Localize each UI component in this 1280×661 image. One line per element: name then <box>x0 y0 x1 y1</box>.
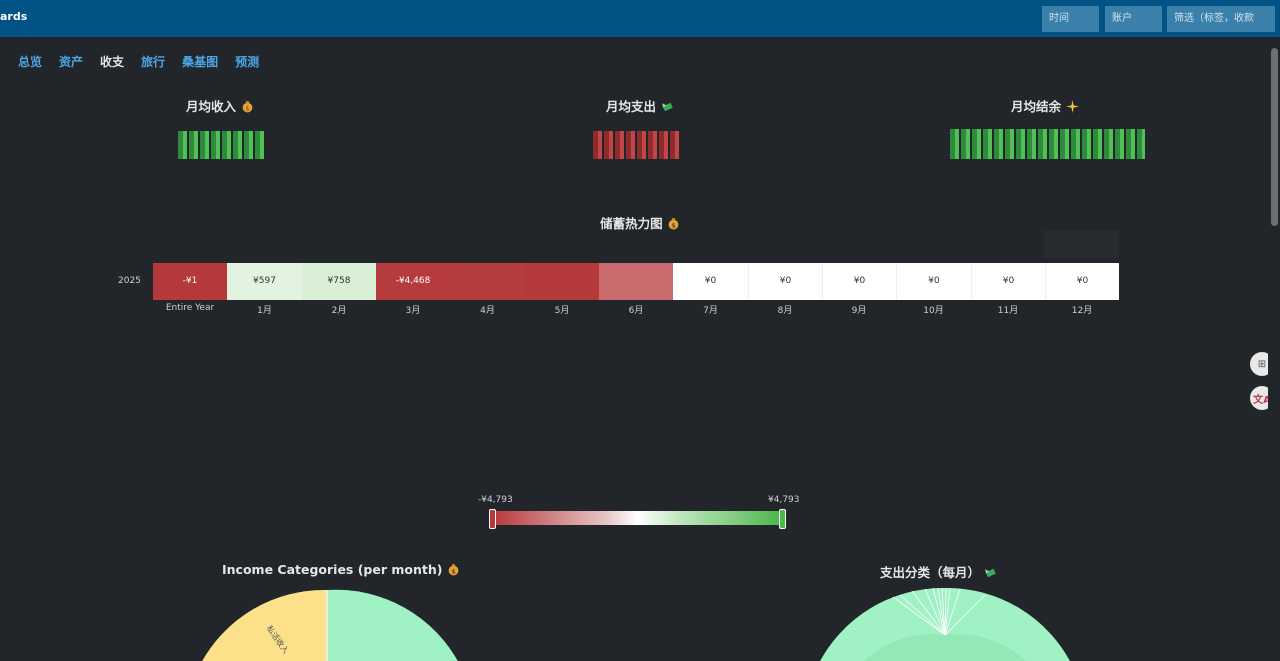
avg-income-stat: 月均收入 $ <box>140 96 300 115</box>
month-label: 12月 <box>1071 306 1093 316</box>
tag-filter-input[interactable]: 筛选（标签，收款 <box>1167 6 1275 32</box>
month-label: 1月 <box>257 306 272 316</box>
legend-max-handle[interactable] <box>779 509 786 529</box>
tab-overview[interactable]: 总览 <box>18 53 42 70</box>
expense-sunburst-chart[interactable] <box>800 585 1090 661</box>
scrollbar-thumb[interactable] <box>1271 48 1278 226</box>
top-bar: ards 时间 账户 筛选（标签，收款 <box>0 0 1280 37</box>
avg-income-label: 月均收入 <box>185 99 236 114</box>
month-label: 6月 <box>628 306 644 316</box>
income-slice-side-job[interactable] <box>200 589 327 661</box>
heatmap-cell-aug[interactable]: ¥0 <box>748 263 822 300</box>
heatmap-cell-jun[interactable] <box>599 263 673 300</box>
heatmap-toolbox <box>1044 230 1119 258</box>
heatmap-cell-nov[interactable]: ¥0 <box>971 263 1045 300</box>
month-label: 11月 <box>997 306 1019 316</box>
avg-expense-label: 月均支出 <box>605 99 656 114</box>
sparkles-icon <box>1066 96 1080 115</box>
month-label: Entire Year <box>165 303 215 313</box>
heatmap-cell-may[interactable] <box>525 263 599 300</box>
income-categories-title: Income Categories (per month) $ <box>222 562 460 577</box>
expense-categories-title-text: 支出分类（每月） <box>880 565 981 580</box>
money-wings-icon <box>984 565 997 580</box>
heatmap-cell-mar[interactable]: -¥4,468 <box>376 263 450 300</box>
svg-text:$: $ <box>451 567 456 575</box>
tab-travel[interactable]: 旅行 <box>141 53 165 70</box>
month-label: 9月 <box>851 306 867 316</box>
avg-balance-label: 月均结余 <box>1010 99 1061 114</box>
legend-min-label: -¥4,793 <box>478 495 513 505</box>
app-title: ards <box>0 10 28 23</box>
qr-code-icon: ⊞ <box>1257 358 1267 370</box>
svg-text:$: $ <box>245 104 249 112</box>
avg-expense-value <box>593 131 681 159</box>
month-label: 5月 <box>554 306 570 316</box>
heatmap-cell-jan[interactable]: ¥597 <box>227 263 302 300</box>
month-label: 8月 <box>777 306 793 316</box>
nav-tabs: 总览 资产 收支 旅行 桑基图 预测 <box>18 53 276 70</box>
heatmap-cell-oct[interactable]: ¥0 <box>896 263 971 300</box>
income-pie-chart[interactable]: 私活收入 <box>190 585 470 661</box>
money-wings-icon <box>661 96 674 115</box>
month-label: 10月 <box>923 306 944 316</box>
legend-min-handle[interactable] <box>489 509 496 529</box>
heatmap-title-text: 储蓄热力图 <box>600 216 663 231</box>
account-filter-input[interactable]: 账户 <box>1105 6 1162 32</box>
money-bag-icon: $ <box>241 96 254 115</box>
heatmap-cell-dec[interactable]: ¥0 <box>1045 263 1119 300</box>
month-label: 4月 <box>480 306 495 316</box>
avg-expense-stat: 月均支出 <box>560 96 720 115</box>
heatmap-year-label: 2025 <box>118 276 141 286</box>
heatmap-cell-feb[interactable]: ¥758 <box>302 263 376 300</box>
tab-income-expense[interactable]: 收支 <box>100 53 124 70</box>
money-bag-icon: $ <box>447 562 460 577</box>
month-label: 3月 <box>405 306 421 316</box>
time-filter-input[interactable]: 时间 <box>1042 6 1099 32</box>
income-categories-title-text: Income Categories (per month) <box>222 562 443 577</box>
money-bag-icon: $ <box>667 216 680 231</box>
tab-assets[interactable]: 资产 <box>59 53 83 70</box>
tab-sankey[interactable]: 桑基图 <box>182 53 218 70</box>
avg-balance-value <box>950 129 1145 159</box>
svg-text:$: $ <box>671 221 676 229</box>
heatmap-cell-apr[interactable] <box>450 263 525 300</box>
heatmap-title: 储蓄热力图 $ <box>560 213 720 232</box>
month-label: 2月 <box>331 306 347 316</box>
avg-income-value <box>178 131 266 159</box>
income-slice-other[interactable] <box>327 589 460 661</box>
heatmap-cell-year[interactable]: -¥1 <box>153 263 227 300</box>
heatmap-cell-jul[interactable]: ¥0 <box>673 263 748 300</box>
legend-max-label: ¥4,793 <box>768 495 800 505</box>
month-label: 7月 <box>703 306 718 316</box>
avg-balance-stat: 月均结余 <box>965 96 1125 115</box>
heatmap-cell-sep[interactable]: ¥0 <box>822 263 896 300</box>
tab-forecast[interactable]: 预测 <box>235 53 259 70</box>
savings-color-legend <box>492 511 782 525</box>
expense-categories-title: 支出分类（每月） <box>880 562 997 581</box>
